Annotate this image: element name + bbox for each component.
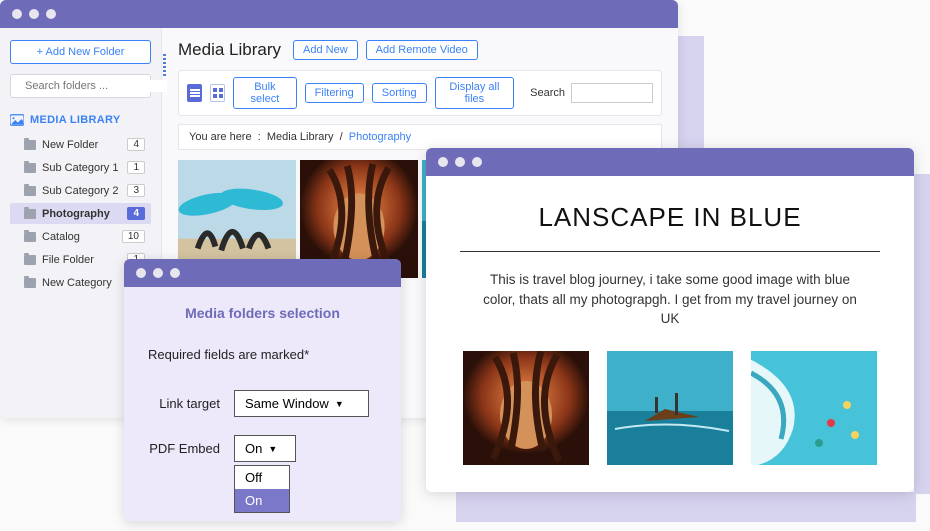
chevron-down-icon: ▼ — [335, 399, 344, 409]
main-header: Media Library Add New Add Remote Video — [178, 40, 662, 60]
folder-icon — [24, 255, 36, 265]
link-target-label: Link target — [148, 390, 220, 411]
folder-icon — [24, 186, 36, 196]
search-label: Search — [530, 87, 565, 99]
bulk-select-button[interactable]: Bulk select — [233, 77, 297, 109]
titlebar — [0, 0, 678, 28]
breadcrumb-root[interactable]: Media Library — [267, 131, 334, 143]
sidebar-item-photography[interactable]: Photography4 — [10, 203, 151, 224]
link-target-select[interactable]: Same Window ▼ — [234, 390, 369, 417]
divider — [460, 251, 880, 252]
add-remote-video-button[interactable]: Add Remote Video — [366, 40, 478, 60]
dropdown-option-on[interactable]: On — [235, 489, 289, 512]
pdf-embed-dropdown: Off On — [234, 465, 290, 513]
decorative-shadow — [914, 174, 930, 494]
list-icon — [190, 88, 200, 98]
titlebar — [124, 259, 401, 287]
window-dot[interactable] — [455, 157, 465, 167]
gallery-image[interactable] — [463, 351, 589, 465]
add-new-folder-button[interactable]: + Add New Folder — [10, 40, 151, 64]
sorting-button[interactable]: Sorting — [372, 83, 427, 103]
filtering-button[interactable]: Filtering — [305, 83, 364, 103]
breadcrumb: You are here : Media Library / Photograp… — [178, 124, 662, 150]
folders-selection-window: Media folders selection Required fields … — [124, 259, 401, 521]
folder-icon — [24, 278, 36, 288]
blog-preview-window: LANSCAPE IN BLUE This is travel blog jou… — [426, 148, 914, 492]
toolbar: Bulk select Filtering Sorting Display al… — [178, 70, 662, 116]
window-dot[interactable] — [12, 9, 22, 19]
window-dot[interactable] — [136, 268, 146, 278]
window-dot[interactable] — [438, 157, 448, 167]
library-icon — [10, 114, 24, 126]
sidebar-item-sub-category-2[interactable]: Sub Category 23 — [10, 180, 151, 201]
folder-icon — [24, 232, 36, 242]
sidebar-item-catalog[interactable]: Catalog10 — [10, 226, 151, 247]
gallery-image[interactable] — [607, 351, 733, 465]
dialog-title: Media folders selection — [148, 305, 377, 321]
media-library-header: MEDIA LIBRARY — [10, 114, 151, 126]
page-title: Media Library — [178, 40, 281, 60]
breadcrumb-current[interactable]: Photography — [349, 131, 411, 143]
window-dot[interactable] — [170, 268, 180, 278]
blog-body: This is travel blog journey, i take some… — [480, 270, 860, 329]
pdf-embed-select[interactable]: On ▼ — [234, 435, 296, 462]
search-input[interactable] — [571, 83, 653, 103]
blog-gallery — [460, 351, 880, 465]
folder-icon — [24, 209, 36, 219]
folder-icon — [24, 163, 36, 173]
add-new-button[interactable]: Add New — [293, 40, 358, 60]
window-dot[interactable] — [29, 9, 39, 19]
sidebar-item-new-folder[interactable]: New Folder4 — [10, 134, 151, 155]
list-view-button[interactable] — [187, 84, 202, 102]
decorative-shadow — [456, 492, 916, 522]
window-dot[interactable] — [472, 157, 482, 167]
folder-icon — [24, 140, 36, 150]
sidebar-item-sub-category-1[interactable]: Sub Category 11 — [10, 157, 151, 178]
resize-handle[interactable] — [163, 54, 166, 76]
required-fields-label: Required fields are marked* — [148, 347, 377, 362]
display-all-files-button[interactable]: Display all files — [435, 77, 514, 109]
window-dot[interactable] — [46, 9, 56, 19]
titlebar — [426, 148, 914, 176]
grid-view-button[interactable] — [210, 84, 225, 102]
dropdown-option-off[interactable]: Off — [235, 466, 289, 489]
search-folders-field[interactable] — [10, 74, 151, 98]
gallery-image[interactable] — [751, 351, 877, 465]
window-dot[interactable] — [153, 268, 163, 278]
grid-icon — [213, 88, 223, 98]
blog-title: LANSCAPE IN BLUE — [460, 202, 880, 233]
search-folders-input[interactable] — [25, 80, 167, 92]
chevron-down-icon: ▼ — [268, 444, 277, 454]
pdf-embed-label: PDF Embed — [148, 435, 220, 456]
